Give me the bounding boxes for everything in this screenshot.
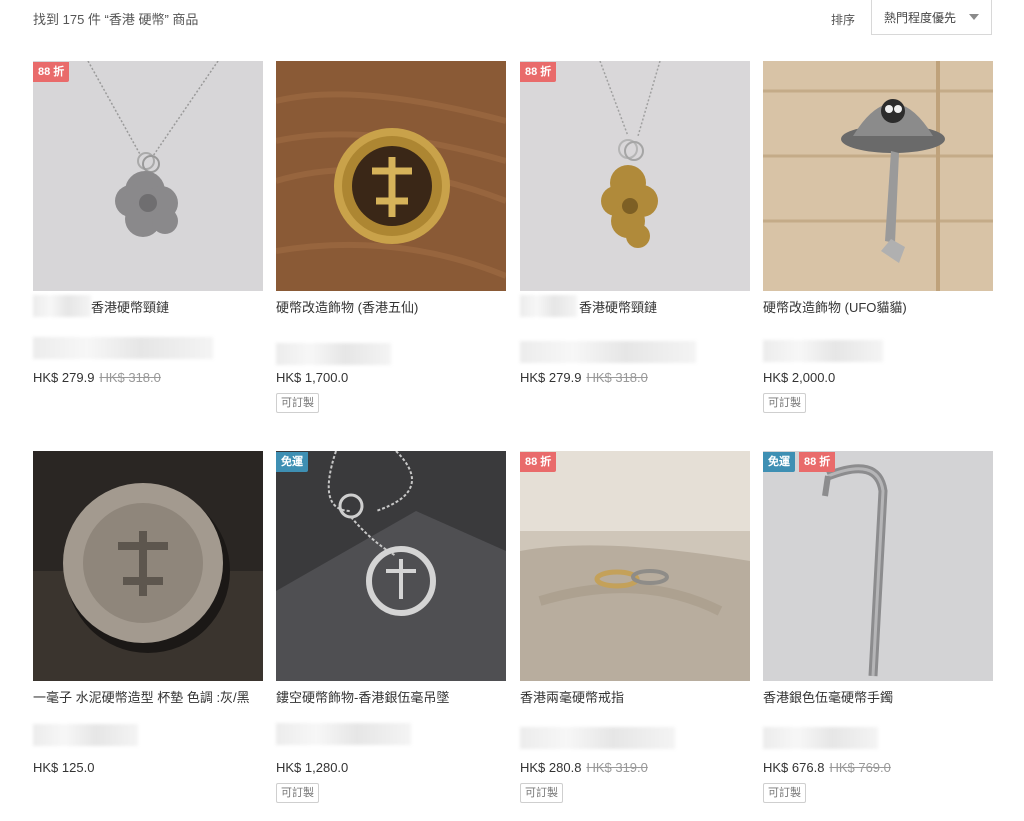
product-image[interactable] bbox=[276, 61, 506, 291]
sale-price: HK$ 279.9 bbox=[520, 370, 582, 385]
original-price: HK$ 319.0 bbox=[586, 760, 648, 775]
sale-price: HK$ 1,280.0 bbox=[276, 760, 349, 775]
product-card[interactable]: 硬幣改造飾物 (香港五仙) HK$ 1,700.0 可訂製 bbox=[276, 61, 506, 431]
sort-dropdown[interactable]: 熱門程度優先 bbox=[871, 0, 992, 35]
product-card[interactable]: 88 折 香港兩毫硬幣戒指 HK$ 280.8 HK$ 319.0 可訂製 bbox=[520, 451, 750, 821]
blurred-rating bbox=[763, 340, 883, 362]
product-price: HK$ 125.0 bbox=[33, 760, 94, 775]
product-title[interactable]: 香港銀色伍毫硬幣手鐲 bbox=[763, 687, 1003, 706]
customizable-tag: 可訂製 bbox=[763, 783, 806, 803]
blurred-rating bbox=[520, 341, 696, 363]
product-price: HK$ 1,280.0 bbox=[276, 760, 348, 775]
discount-badge: 88 折 bbox=[799, 452, 836, 472]
product-image[interactable] bbox=[276, 451, 506, 681]
badge-group: 88 折 bbox=[520, 452, 557, 472]
product-card[interactable]: 免運 88 折 香港銀色伍毫硬幣手鐲 HK$ 676.8 HK$ 769.0 可訂… bbox=[763, 451, 993, 821]
product-image[interactable] bbox=[33, 61, 263, 291]
blurred-rating bbox=[276, 343, 391, 365]
product-title[interactable]: 香港兩毫硬幣戒指 bbox=[520, 687, 760, 706]
sort-selected-value: 熱門程度優先 bbox=[884, 11, 957, 25]
badge-group: 88 折 bbox=[520, 62, 557, 82]
sale-price: HK$ 1,700.0 bbox=[276, 370, 349, 385]
product-image[interactable] bbox=[763, 61, 993, 291]
product-price: HK$ 280.8 HK$ 319.0 bbox=[520, 760, 648, 775]
blurred-rating bbox=[520, 727, 675, 749]
customizable-tag: 可訂製 bbox=[763, 393, 806, 413]
sale-price: HK$ 125.0 bbox=[33, 760, 95, 775]
product-price: HK$ 279.9 HK$ 318.0 bbox=[520, 370, 648, 385]
blurred-shop-name bbox=[33, 295, 91, 317]
product-title[interactable]: 一毫子 水泥硬幣造型 杯墊 色調 :灰/黑 bbox=[33, 687, 273, 706]
chevron-down-icon bbox=[969, 14, 979, 20]
badge-group: 免運 bbox=[276, 452, 308, 472]
discount-badge: 88 折 bbox=[520, 452, 557, 472]
discount-badge: 88 折 bbox=[33, 62, 70, 82]
sale-price: HK$ 2,000.0 bbox=[763, 370, 836, 385]
blurred-rating bbox=[276, 723, 411, 745]
sale-price: HK$ 676.8 bbox=[763, 760, 825, 775]
sort-label: 排序 bbox=[831, 13, 856, 27]
badge-group: 88 折 bbox=[33, 62, 70, 82]
product-title[interactable]: 硬幣改造飾物 (香港五仙) bbox=[276, 297, 516, 316]
sale-price: HK$ 279.9 bbox=[33, 370, 95, 385]
product-image[interactable] bbox=[33, 451, 263, 681]
original-price: HK$ 769.0 bbox=[829, 760, 891, 775]
product-title[interactable]: 鏤空硬幣飾物-香港銀伍毫吊墜 bbox=[276, 687, 516, 706]
free-shipping-badge: 免運 bbox=[763, 452, 795, 472]
product-card[interactable]: 硬幣改造飾物 (UFO貓貓) HK$ 2,000.0 可訂製 bbox=[763, 61, 993, 431]
product-price: HK$ 2,000.0 bbox=[763, 370, 835, 385]
blurred-rating bbox=[763, 727, 878, 749]
product-card[interactable]: 免運 鏤空硬幣飾物-香港銀伍毫吊墜 HK$ 1,280.0 可訂製 bbox=[276, 451, 506, 821]
customizable-tag: 可訂製 bbox=[276, 393, 319, 413]
product-card[interactable]: 88 折 香港硬幣頸鏈 HK$ 279.9 HK$ 318.0 bbox=[33, 61, 263, 431]
free-shipping-badge: 免運 bbox=[276, 452, 308, 472]
product-price: HK$ 676.8 HK$ 769.0 bbox=[763, 760, 891, 775]
product-card[interactable]: 一毫子 水泥硬幣造型 杯墊 色調 :灰/黑 HK$ 125.0 bbox=[33, 451, 263, 821]
product-price: HK$ 1,700.0 bbox=[276, 370, 348, 385]
product-price: HK$ 279.9 HK$ 318.0 bbox=[33, 370, 161, 385]
original-price: HK$ 318.0 bbox=[586, 370, 648, 385]
customizable-tag: 可訂製 bbox=[520, 783, 563, 803]
blurred-shop-name bbox=[520, 295, 577, 317]
sale-price: HK$ 280.8 bbox=[520, 760, 582, 775]
original-price: HK$ 318.0 bbox=[99, 370, 161, 385]
product-image[interactable] bbox=[520, 451, 750, 681]
discount-badge: 88 折 bbox=[520, 62, 557, 82]
product-image[interactable] bbox=[520, 61, 750, 291]
product-image[interactable] bbox=[763, 451, 993, 681]
result-count: 找到 175 件 “香港 硬幣” 商品 bbox=[33, 12, 199, 27]
blurred-rating bbox=[33, 724, 138, 746]
product-card[interactable]: 88 折 香港硬幣頸鏈 HK$ 279.9 HK$ 318.0 bbox=[520, 61, 750, 431]
blurred-rating bbox=[33, 337, 213, 359]
badge-group: 免運 88 折 bbox=[763, 452, 836, 472]
product-title[interactable]: 硬幣改造飾物 (UFO貓貓) bbox=[763, 297, 1003, 316]
customizable-tag: 可訂製 bbox=[276, 783, 319, 803]
results-header: 找到 175 件 “香港 硬幣” 商品 排序 熱門程度優先 bbox=[0, 0, 1024, 40]
